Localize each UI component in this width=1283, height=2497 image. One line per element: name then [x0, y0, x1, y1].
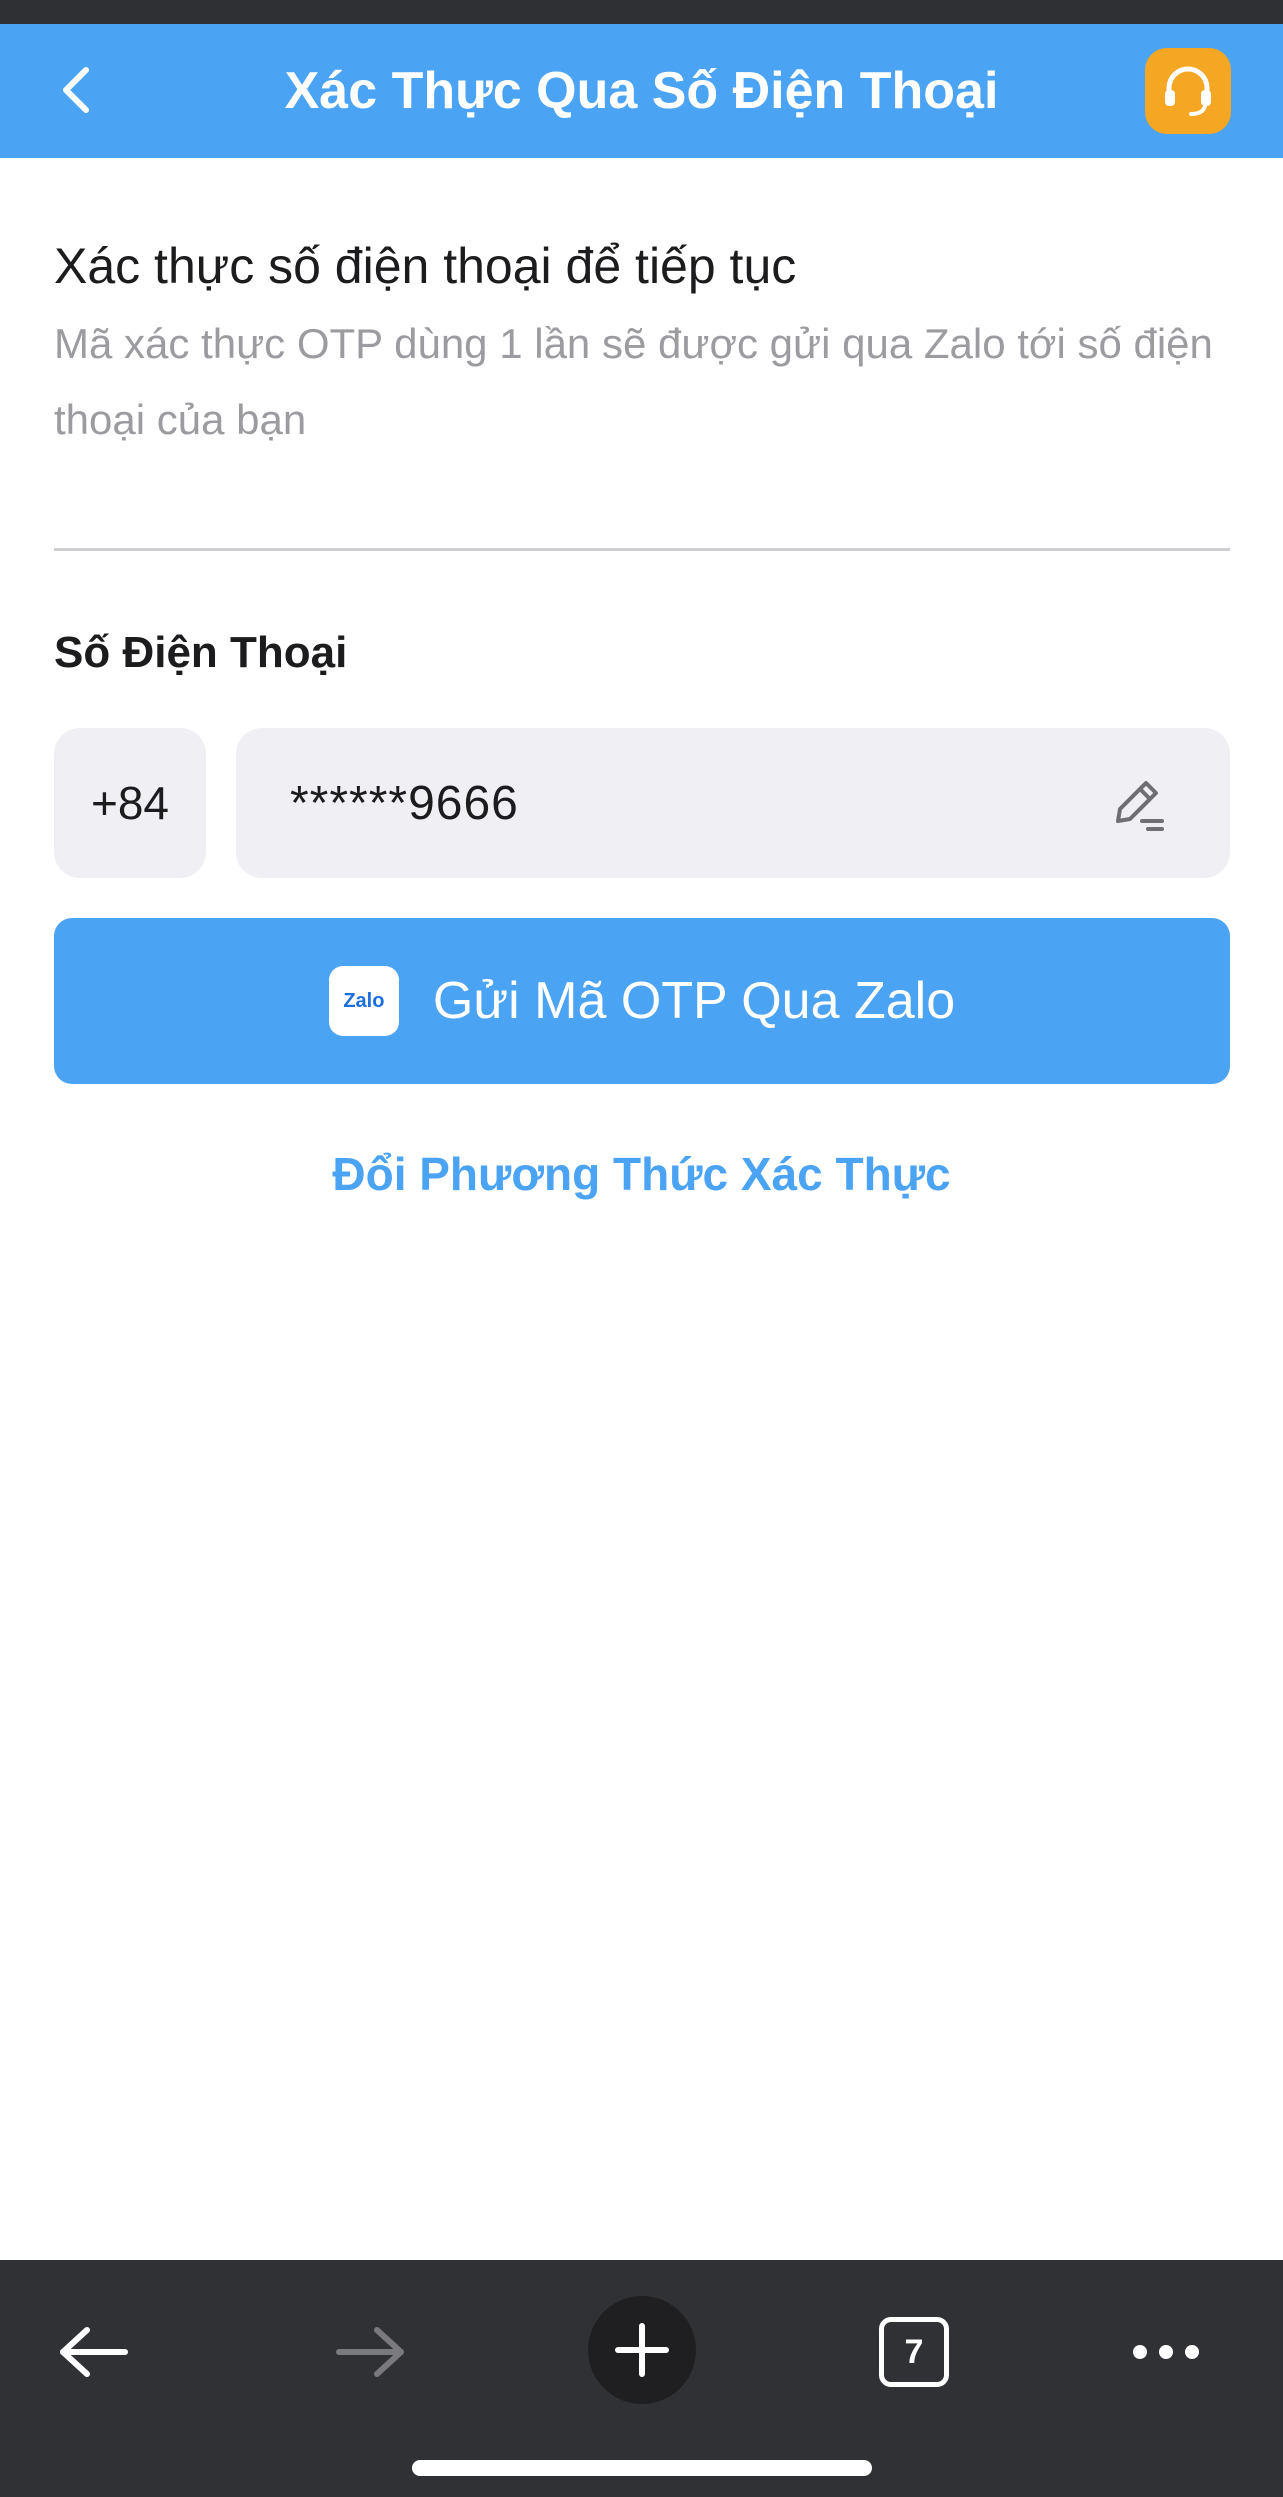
plus-icon [615, 2323, 669, 2377]
support-button[interactable] [1145, 48, 1231, 134]
tabs-button[interactable]: 7 [864, 2302, 964, 2402]
phone-number-value: ******9666 [290, 776, 519, 830]
send-otp-button[interactable]: Zalo Gửi Mã OTP Qua Zalo [54, 918, 1230, 1084]
browser-back-button[interactable] [44, 2302, 144, 2402]
pencil-icon[interactable] [1108, 775, 1166, 833]
new-tab-button[interactable] [588, 2296, 696, 2404]
country-code-field[interactable]: +84 [54, 728, 206, 878]
zalo-logo: Zalo [328, 966, 399, 1036]
home-indicator [412, 2460, 872, 2476]
divider [54, 548, 1230, 551]
change-method-link[interactable]: Đổi Phương Thức Xác Thực [0, 1140, 1283, 1208]
back-button[interactable] [40, 50, 110, 130]
more-dots-icon [1133, 2345, 1199, 2359]
browser-forward-button[interactable] [320, 2302, 420, 2402]
headset-icon [1165, 66, 1211, 116]
page-title: Xác Thực Qua Số Điện Thoại [284, 62, 999, 120]
arrow-right-icon [336, 2327, 404, 2377]
phone-number-field[interactable]: ******9666 [236, 728, 1230, 878]
app-header: Xác Thực Qua Số Điện Thoại [0, 24, 1283, 158]
intro-title: Xác thực số điện thoại để tiếp tục [54, 238, 797, 294]
tab-count: 7 [879, 2317, 949, 2387]
send-otp-label: Gửi Mã OTP Qua Zalo [432, 972, 956, 1030]
status-strip [0, 0, 1283, 24]
arrow-left-icon [60, 2327, 128, 2377]
chevron-left-icon [63, 67, 89, 113]
phone-label: Số Điện Thoại [54, 628, 348, 677]
intro-description: Mã xác thực OTP dùng 1 lần sẽ được gửi q… [54, 320, 1213, 443]
more-button[interactable] [1116, 2302, 1216, 2402]
